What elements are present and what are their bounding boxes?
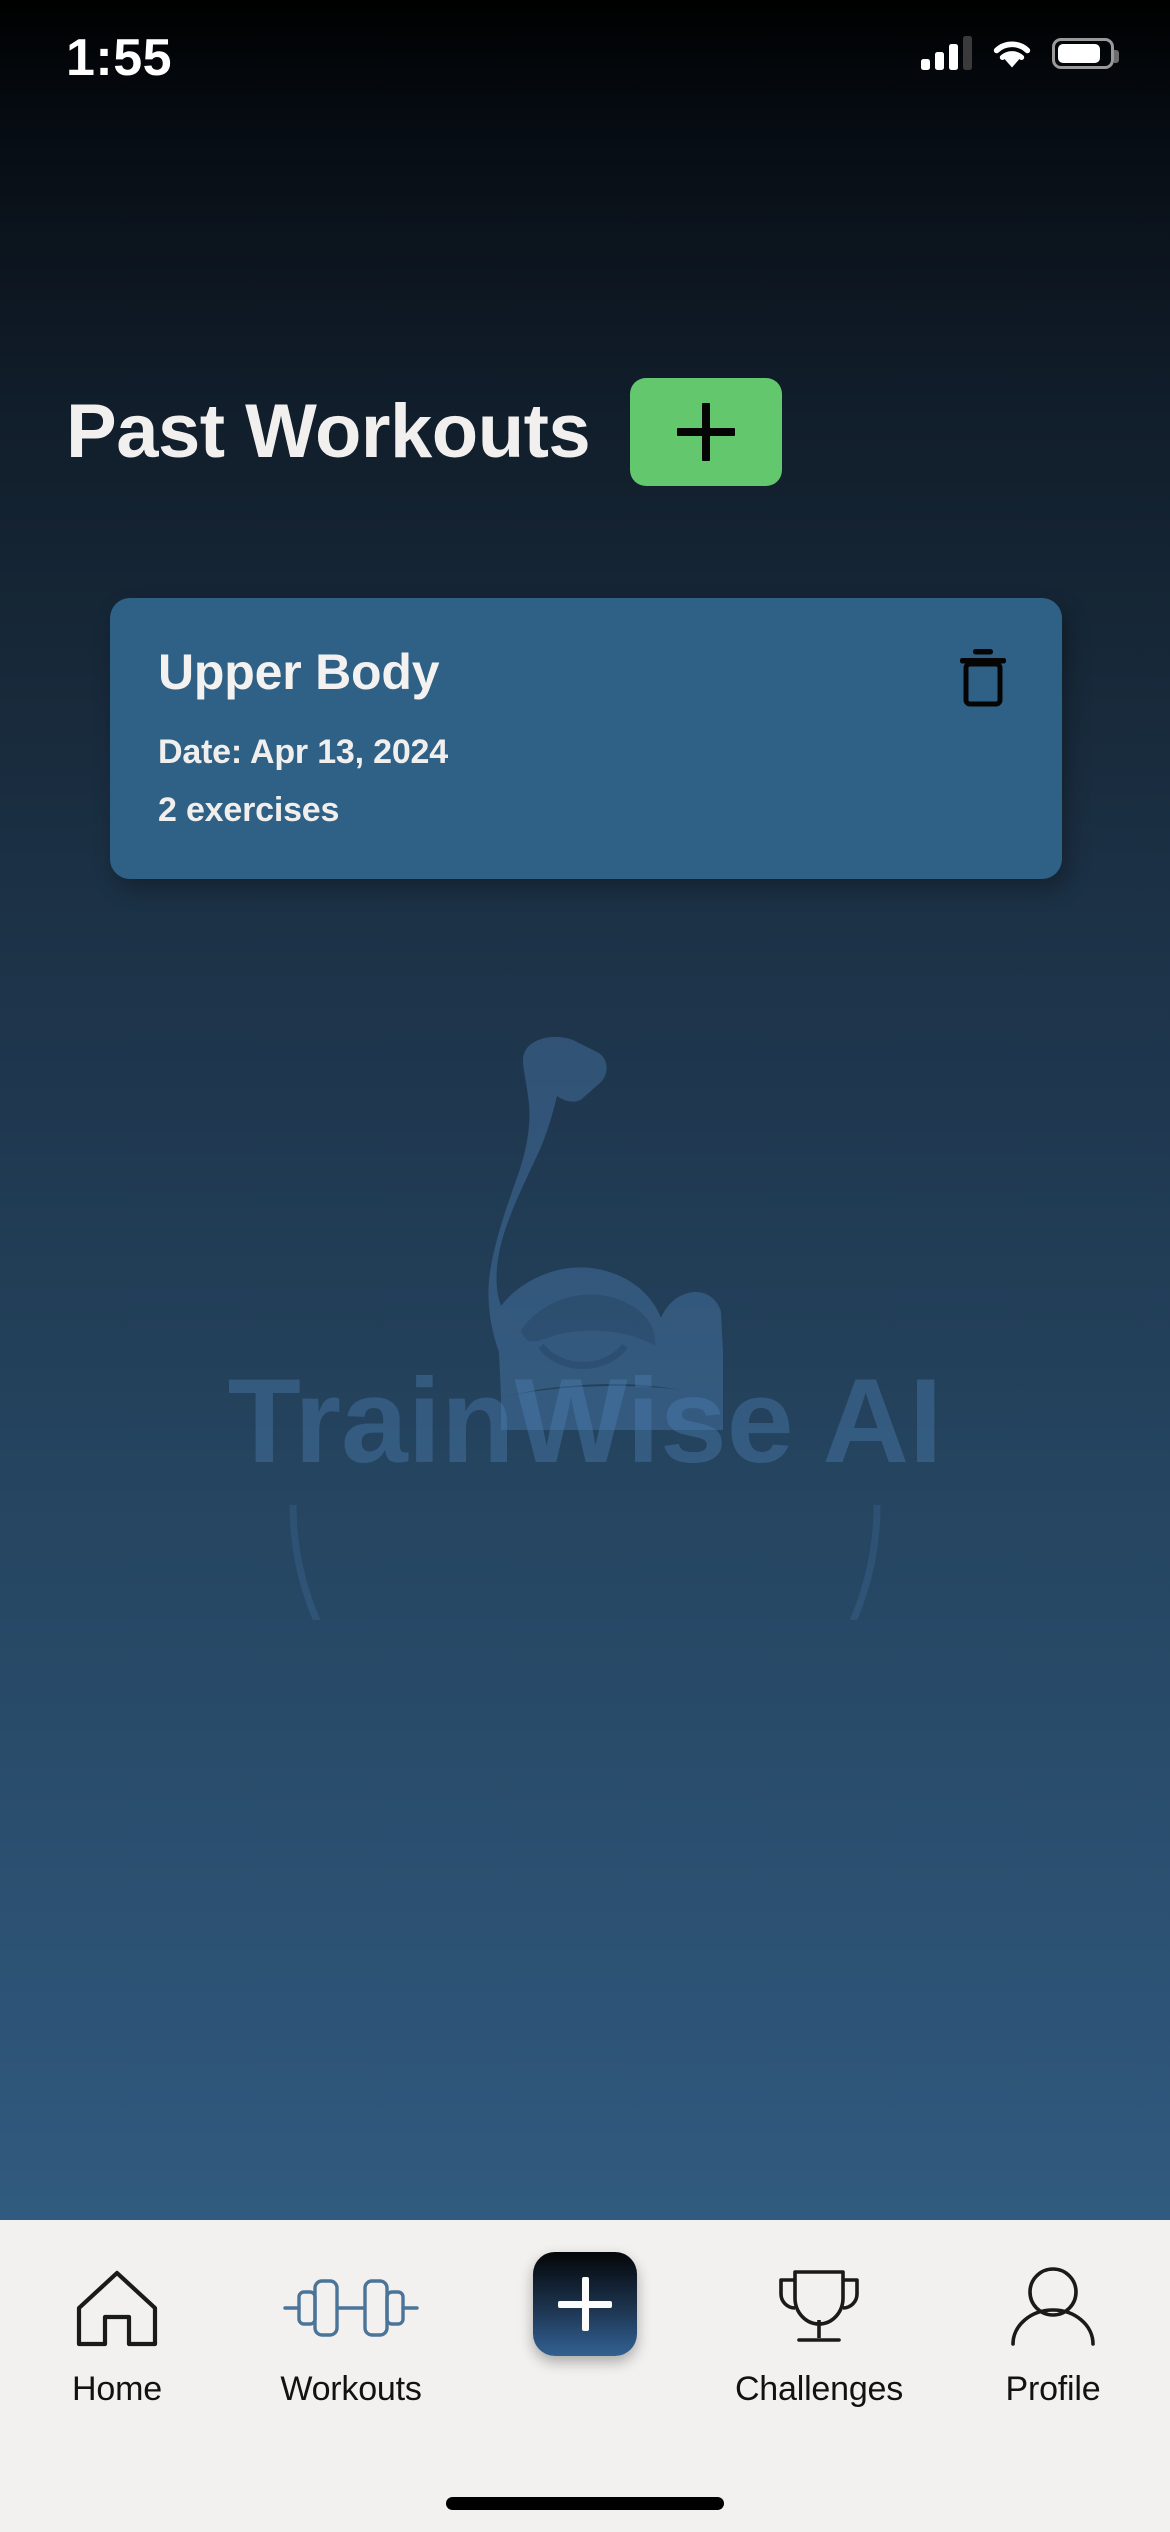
app-screen: TrainWise AI 1:55 Past Workouts Upper Bo…	[0, 0, 1170, 2532]
page-header: Past Workouts	[0, 378, 1170, 486]
delete-workout-button[interactable]	[950, 644, 1016, 710]
workout-card[interactable]: Upper Body Date: Apr 13, 2024 2 exercise…	[110, 598, 1062, 879]
tab-home[interactable]: Home	[0, 2220, 234, 2470]
status-icons-group	[921, 36, 1119, 70]
plus-icon	[677, 403, 736, 461]
tab-challenges[interactable]: Challenges	[702, 2220, 936, 2470]
page-title: Past Workouts	[66, 389, 591, 474]
tab-bar: Home Workouts Challenges Profile	[0, 2220, 1170, 2532]
add-workout-button[interactable]	[630, 378, 783, 486]
status-time: 1:55	[66, 29, 173, 87]
workout-name: Upper Body	[158, 644, 440, 700]
brand-watermark: TrainWise AI	[0, 1000, 1170, 1620]
plus-icon	[533, 2252, 637, 2356]
tab-bar-items: Home Workouts Challenges Profile	[0, 2220, 1170, 2470]
trash-icon	[960, 649, 1006, 707]
tab-workouts[interactable]: Workouts	[234, 2220, 468, 2470]
battery-icon	[1052, 37, 1119, 69]
wifi-icon	[993, 41, 1031, 68]
tab-home-label: Home	[72, 2370, 162, 2408]
tab-profile[interactable]: Profile	[936, 2220, 1170, 2470]
status-bar: 1:55	[0, 0, 1170, 150]
workout-exercise-count: 2 exercises	[158, 790, 340, 829]
tab-workouts-label: Workouts	[280, 2370, 422, 2408]
watermark-brand-text: TrainWise AI	[228, 1354, 943, 1488]
workout-list: Upper Body Date: Apr 13, 2024 2 exercise…	[110, 598, 1062, 879]
person-icon	[1003, 2260, 1103, 2356]
workout-date: Date: Apr 13, 2024	[158, 732, 448, 771]
trainwise-logo-watermark: TrainWise AI	[228, 1036, 943, 1620]
tab-add-workout[interactable]	[468, 2220, 702, 2470]
home-indicator[interactable]	[446, 2497, 724, 2510]
dumbbell-icon	[281, 2260, 421, 2356]
tab-profile-label: Profile	[1005, 2370, 1101, 2408]
home-icon	[71, 2260, 163, 2356]
signal-bars-icon	[921, 36, 972, 70]
trophy-icon	[765, 2260, 873, 2356]
tab-challenges-label: Challenges	[734, 2370, 904, 2408]
